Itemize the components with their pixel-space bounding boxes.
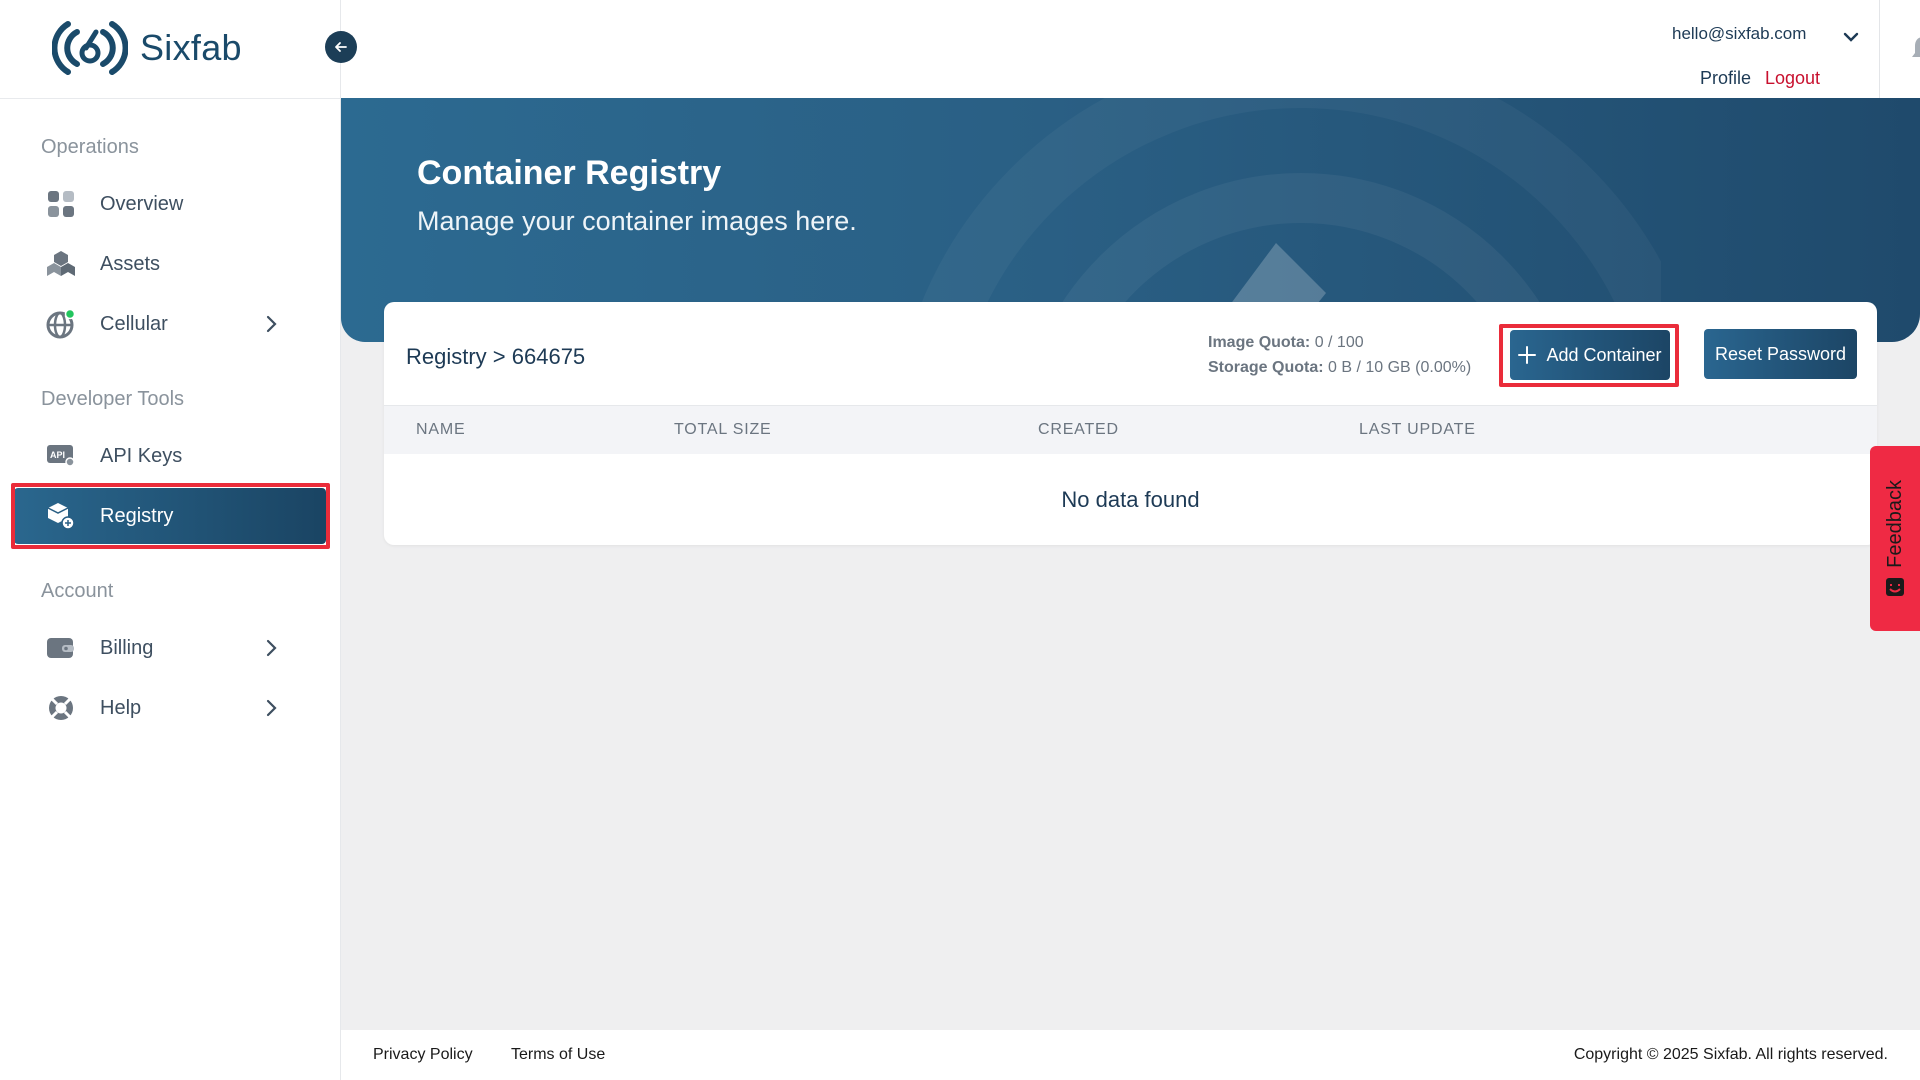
privacy-policy-link[interactable]: Privacy Policy (373, 1046, 473, 1064)
breadcrumb: Registry > 664675 (406, 344, 586, 369)
storage-quota-label: Storage Quota: (1208, 359, 1324, 376)
sidebar-item-cellular[interactable]: Cellular (14, 296, 326, 352)
column-header-total-size[interactable]: TOTAL SIZE (674, 421, 772, 439)
collapse-sidebar-button[interactable] (325, 31, 357, 63)
boxes-icon (46, 249, 76, 279)
sidebar-item-billing[interactable]: Billing (14, 620, 326, 676)
terms-of-use-link[interactable]: Terms of Use (511, 1046, 605, 1064)
image-quota-label: Image Quota: (1208, 334, 1311, 351)
registry-icon (46, 501, 76, 531)
sidebar-item-label: Assets (100, 252, 161, 275)
svg-text:API: API (50, 450, 65, 460)
top-bar: hello@sixfab.com Profile Logout (341, 0, 1920, 98)
user-email[interactable]: hello@sixfab.com (1672, 24, 1806, 44)
feedback-tab[interactable]: Feedback (1870, 446, 1920, 631)
chevron-right-icon (266, 315, 277, 333)
wallet-icon (46, 633, 76, 663)
sidebar: Sixfab Operations Overview Assets Cellul… (0, 0, 341, 1080)
page-subtitle: Manage your container images here. (417, 206, 857, 236)
section-title-account: Account (41, 580, 114, 602)
arrow-left-icon (335, 42, 347, 52)
sixfab-logo-icon (52, 21, 128, 75)
section-title-operations: Operations (41, 136, 139, 158)
chevron-right-icon (266, 639, 277, 657)
add-container-button[interactable]: Add Container (1510, 330, 1670, 380)
plus-icon (1518, 346, 1537, 364)
sidebar-item-overview[interactable]: Overview (14, 176, 326, 232)
sidebar-item-assets[interactable]: Assets (14, 236, 326, 292)
sidebar-item-registry[interactable]: Registry (14, 488, 326, 544)
sidebar-item-label: Overview (100, 192, 184, 215)
feedback-smile-icon (1886, 578, 1904, 597)
chevron-right-icon (266, 699, 277, 717)
sidebar-item-label: Help (100, 696, 142, 719)
brand-name: Sixfab (140, 27, 242, 68)
column-header-last-update[interactable]: LAST UPDATE (1359, 421, 1476, 439)
section-title-developer-tools: Developer Tools (41, 388, 185, 410)
image-quota: Image Quota: 0 / 100 (1208, 330, 1471, 355)
grid-icon (46, 189, 76, 219)
storage-quota-value: 0 B / 10 GB (0.00%) (1328, 359, 1472, 376)
divider (0, 98, 341, 99)
sidebar-item-label: Billing (100, 636, 154, 659)
bell-icon (1911, 37, 1920, 62)
table-header: NAME TOTAL SIZE CREATED LAST UPDATE (384, 405, 1877, 454)
logo[interactable]: Sixfab (52, 18, 242, 78)
quota-info: Image Quota: 0 / 100 Storage Quota: 0 B … (1208, 330, 1471, 380)
image-quota-value: 0 / 100 (1314, 334, 1364, 351)
add-container-label: Add Container (1546, 344, 1662, 365)
column-header-name[interactable]: NAME (416, 421, 465, 439)
page-title: Container Registry (417, 154, 722, 192)
empty-state: No data found (1061, 487, 1200, 512)
column-header-created[interactable]: CREATED (1038, 421, 1119, 439)
notifications-button[interactable] (1879, 0, 1920, 98)
sidebar-item-label: Registry (100, 504, 174, 527)
sidebar-item-api-keys[interactable]: API API Keys (14, 428, 326, 484)
logout-link[interactable]: Logout (1765, 68, 1820, 89)
globe-icon (46, 309, 76, 339)
feedback-label: Feedback (1883, 479, 1906, 568)
profile-link[interactable]: Profile (1700, 68, 1751, 89)
footer: Privacy Policy Terms of Use Copyright © … (341, 1030, 1920, 1080)
chevron-down-icon[interactable] (1840, 26, 1862, 48)
sidebar-item-help[interactable]: Help (14, 680, 326, 736)
lifebuoy-icon (46, 693, 76, 723)
copyright: Copyright © 2025 Sixfab. All rights rese… (1573, 1046, 1888, 1063)
sidebar-item-label: API Keys (100, 444, 183, 467)
registry-card: Registry > 664675 Image Quota: 0 / 100 S… (384, 302, 1877, 545)
sidebar-item-label: Cellular (100, 312, 168, 335)
storage-quota: Storage Quota: 0 B / 10 GB (0.00%) (1208, 355, 1471, 380)
api-key-icon: API (46, 441, 76, 471)
reset-password-button[interactable]: Reset Password (1704, 329, 1857, 379)
